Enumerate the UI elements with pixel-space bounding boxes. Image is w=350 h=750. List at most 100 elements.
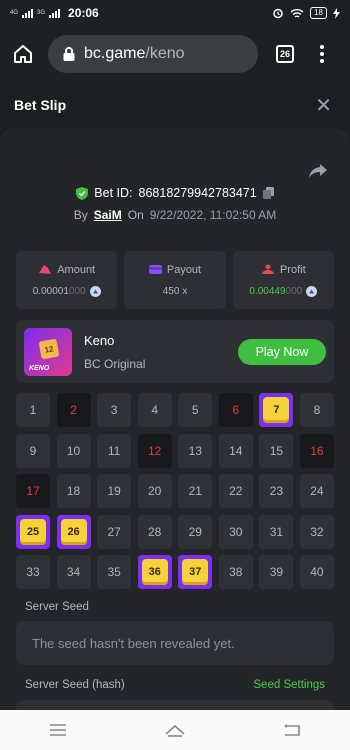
keno-cell: 24 <box>299 474 334 508</box>
menu-icon[interactable] <box>49 724 67 736</box>
keno-cell: 1 <box>16 393 50 427</box>
home-icon[interactable] <box>12 43 34 65</box>
play-now-button[interactable]: Play Now <box>238 338 326 365</box>
keno-cell: 14 <box>218 433 253 468</box>
server-seed-label: Server Seed <box>25 601 89 613</box>
keno-cell-picked: 7 <box>259 393 294 427</box>
keno-cell: 13 <box>178 433 213 468</box>
url-domain: bc.game <box>84 45 146 62</box>
profit-label: Profit <box>279 263 306 276</box>
game-card: 12 KENO Keno BC Original Play Now <box>16 320 334 383</box>
keno-cell-picked: 37 <box>178 555 213 589</box>
thumbnail-label: KENO <box>29 364 50 372</box>
network-type-1: 4G <box>10 10 19 16</box>
keno-cell: 31 <box>259 514 294 549</box>
clock: 20:06 <box>68 6 99 20</box>
payout-icon <box>148 265 162 274</box>
copy-icon[interactable] <box>262 187 274 199</box>
by-label: By <box>73 208 88 222</box>
amount-label: Amount <box>57 263 96 276</box>
keno-cell: 18 <box>56 474 91 508</box>
profit-card: Profit 0.00449000 <box>232 251 334 309</box>
server-seed-hash-field <box>16 700 334 710</box>
bet-stats: Amount 0.00001000 Payout 450 x Profit 0.… <box>16 251 334 309</box>
keno-cell: 32 <box>299 514 334 549</box>
seed-settings-link[interactable]: Seed Settings <box>253 679 325 691</box>
tab-switcher-button[interactable]: 26 <box>276 45 294 63</box>
home-nav-icon[interactable] <box>164 723 186 737</box>
keno-cell: 11 <box>97 433 132 468</box>
signal-icon-2 <box>49 8 61 18</box>
bet-byline: By SaiM On 9/22/2022, 11:02:50 AM <box>0 208 350 222</box>
wifi-icon <box>290 8 304 18</box>
lock-icon <box>63 47 75 61</box>
keno-cell-drawn: 2 <box>56 393 91 427</box>
keno-gem: 25 <box>20 518 46 545</box>
game-provider: BC Original <box>84 356 146 371</box>
amount-card: Amount 0.00001000 <box>16 251 118 309</box>
amount-icon <box>39 265 52 274</box>
keno-cell: 19 <box>97 474 132 508</box>
keno-cell: 3 <box>97 393 132 427</box>
server-seed-hash-label: Server Seed (hash) <box>25 679 125 691</box>
currency-icon <box>306 285 318 297</box>
keno-cell: 22 <box>218 474 253 508</box>
user-link[interactable]: SaiM <box>94 208 122 222</box>
amount-value-dim: 000 <box>68 285 86 297</box>
bet-id-row: Bet ID: 86818279942783471 <box>0 186 350 200</box>
shield-check-icon <box>76 186 89 200</box>
charging-icon <box>333 7 340 19</box>
keno-cell: 5 <box>178 393 213 427</box>
keno-cell: 10 <box>56 433 91 468</box>
browser-toolbar: bc.game/keno 26 <box>0 26 350 82</box>
keno-cell: 34 <box>56 555 91 589</box>
keno-cell-picked: 25 <box>16 514 50 549</box>
status-bar: 4G 3G 20:06 18 <box>0 0 350 26</box>
profit-value: 0.00449 <box>249 285 286 297</box>
dice-icon: 12 <box>38 338 60 359</box>
keno-cell: 28 <box>137 514 172 549</box>
keno-cell: 9 <box>16 433 50 468</box>
keno-gem: 37 <box>182 559 209 585</box>
keno-cell: 40 <box>299 555 334 589</box>
keno-cell: 8 <box>299 393 334 427</box>
more-menu-icon[interactable] <box>320 45 324 63</box>
keno-gem: 7 <box>263 397 290 423</box>
keno-cell-drawn: 16 <box>299 433 334 468</box>
keno-thumbnail: 12 KENO <box>24 327 72 376</box>
bet-date: 9/22/2022, 11:02:50 AM <box>149 208 277 222</box>
server-seed-value: The seed hasn't been revealed yet. <box>32 635 235 651</box>
profit-icon <box>261 264 274 274</box>
keno-cell-picked: 26 <box>56 514 91 549</box>
keno-cell: 23 <box>259 474 294 508</box>
share-icon[interactable] <box>308 162 328 180</box>
payout-label: Payout <box>166 263 202 276</box>
keno-cell-picked: 36 <box>137 555 172 589</box>
keno-grid: 1 2 3 4 5 6 7 8 9 10 11 12 13 14 15 16 17 18 19 20 21 22 23 24 2… <box>16 393 334 589</box>
keno-cell: 29 <box>178 514 213 549</box>
game-name: Keno <box>84 332 115 348</box>
keno-cell-drawn: 12 <box>137 433 172 468</box>
keno-cell: 21 <box>178 474 213 508</box>
keno-gem: 26 <box>60 518 87 545</box>
keno-cell: 38 <box>218 555 253 589</box>
close-icon[interactable]: ✕ <box>315 93 332 118</box>
amount-value: 0.00001 <box>32 285 69 297</box>
payout-card: Payout 450 x <box>124 251 226 309</box>
keno-cell: 39 <box>259 555 294 589</box>
currency-icon <box>89 285 101 297</box>
keno-cell: 20 <box>137 474 172 508</box>
bet-id-value: 86818279942783471 <box>138 186 257 200</box>
on-label: On <box>127 208 144 222</box>
address-bar[interactable]: bc.game/keno <box>48 35 258 73</box>
keno-cell: 33 <box>16 555 50 589</box>
server-seed-field: The seed hasn't been revealed yet. <box>16 621 334 665</box>
back-icon[interactable] <box>283 723 301 737</box>
bet-slip-title: Bet Slip <box>14 97 67 113</box>
signal-icon <box>22 8 34 18</box>
url-path: /keno <box>145 45 185 62</box>
profit-value-dim: 000 <box>285 285 303 297</box>
alarm-icon <box>273 8 283 19</box>
keno-cell: 4 <box>137 393 172 427</box>
keno-gem: 36 <box>141 559 168 585</box>
